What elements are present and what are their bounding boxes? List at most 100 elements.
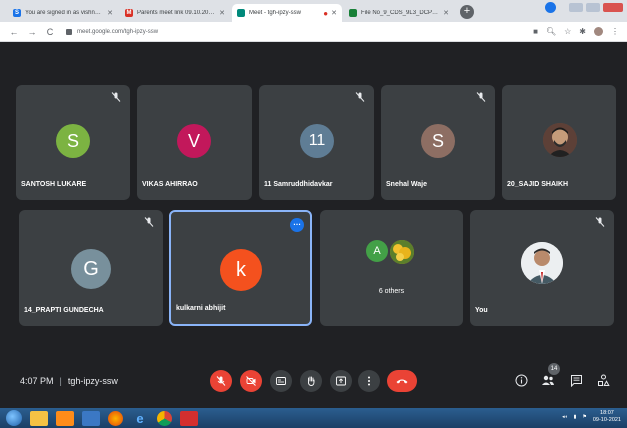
participant-name: kulkarni abhijit [176, 305, 226, 312]
forward-icon[interactable]: → [26, 27, 38, 37]
others-count: 6 others [378, 288, 405, 295]
camera-indicator-icon[interactable]: ■ [533, 27, 538, 36]
mic-off-icon [144, 217, 154, 227]
browser-tab-signed-in[interactable]: S You are signed in as vishnu005 ✕ [8, 4, 118, 22]
participant-tile[interactable]: V VIKAS AHIRRAO [137, 85, 252, 200]
firefox-icon[interactable] [108, 410, 123, 426]
participant-name: 14_PRAPTI GUNDECHA [24, 307, 104, 314]
chat-button[interactable] [567, 371, 585, 389]
address-bar-actions: ■ 🔍︎ ☆ ✱ ⋮ [533, 27, 619, 36]
participant-name: You [475, 307, 488, 314]
camera-off-icon [246, 376, 256, 386]
address-bar: ← → C meet.google.com/tgh-ipzy-ssw ■ 🔍︎ … [0, 22, 627, 42]
present-screen-icon [336, 376, 346, 386]
tab-label: You are signed in as vishnu005 [25, 10, 105, 16]
others-tile[interactable]: A 6 others [320, 210, 463, 326]
maximize-button[interactable] [586, 3, 600, 12]
system-clock[interactable]: 18:07 09-10-2021 [593, 410, 621, 424]
end-call-icon [396, 379, 408, 384]
participant-tile-speaking[interactable]: … k kulkarni abhijit [169, 210, 312, 326]
meeting-details: 4:07 PM | tgh-ipzy-ssw [20, 376, 118, 386]
tab-favicon-icon: S [13, 9, 21, 17]
close-window-button[interactable] [603, 3, 623, 12]
participant-avatar: V [177, 124, 211, 158]
browser-tab-drive-file[interactable]: File No_9_CDS_9L3_DCP_MoM_ ✕ [344, 4, 454, 22]
meeting-details-button[interactable] [512, 371, 530, 389]
chat-icon [570, 374, 582, 387]
close-tab-icon[interactable]: ✕ [219, 9, 225, 17]
tab-label: File No_9_CDS_9L3_DCP_MoM_ [361, 10, 441, 16]
lock-icon [66, 28, 72, 35]
captions-button[interactable] [270, 370, 292, 392]
back-icon[interactable]: ← [8, 27, 20, 37]
new-tab-button[interactable]: + [460, 5, 474, 19]
url-field[interactable]: meet.google.com/tgh-ipzy-ssw [66, 25, 533, 39]
present-button[interactable] [330, 370, 352, 392]
zoom-icon[interactable]: 🔍︎ [546, 27, 556, 36]
start-button[interactable] [6, 410, 22, 426]
activities-icon [597, 374, 610, 386]
participant-name: SANTOSH LUKARE [21, 181, 87, 188]
separator: | [59, 376, 62, 386]
people-button[interactable] [539, 371, 557, 389]
file-explorer-icon[interactable] [30, 410, 48, 426]
minimize-button[interactable] [569, 3, 583, 12]
system-date: 09-10-2021 [592, 417, 621, 423]
app-icon[interactable] [82, 410, 100, 426]
raise-hand-button[interactable] [300, 370, 322, 392]
participant-tile[interactable]: 20_SAJID SHAIKH [502, 85, 616, 200]
close-tab-icon[interactable]: ✕ [443, 9, 449, 17]
tab-label: Meet - tgh-ipzy-ssw [249, 10, 302, 16]
activities-button[interactable] [594, 371, 612, 389]
internet-explorer-icon[interactable]: e [131, 411, 149, 426]
system-time: 18:07 [600, 410, 614, 416]
browser-tab-meet[interactable]: Meet - tgh-ipzy-ssw ● ✕ [232, 4, 342, 22]
mic-off-icon [476, 92, 486, 102]
media-player-icon[interactable] [56, 410, 74, 426]
volume-icon[interactable]: ◂◖ [562, 414, 568, 420]
bookmark-star-icon[interactable]: ☆ [564, 27, 571, 36]
more-options-icon[interactable]: … [290, 218, 304, 232]
browser-tab-parents-meet[interactable]: M Parents meet link 09.10.2021 - 8 ✕ [120, 4, 230, 22]
os-taskbar: e ◂◖ ▮ ⚑ 18:07 09-10-2021 [0, 408, 627, 428]
participant-tile[interactable]: G 14_PRAPTI GUNDECHA [19, 210, 163, 326]
screen: S You are signed in as vishnu005 ✕ M Par… [0, 0, 627, 428]
info-icon [515, 374, 527, 386]
participant-avatar: S [421, 124, 455, 158]
more-vert-icon [368, 376, 370, 386]
mic-off-icon [355, 92, 365, 102]
participant-tile[interactable]: 11 11 Samruddhidavkar [259, 85, 374, 200]
more-options-button[interactable] [358, 370, 380, 392]
profile-icon[interactable] [545, 2, 556, 13]
participant-name: 11 Samruddhidavkar [264, 181, 333, 188]
participant-tile[interactable]: S Snehal Waje [381, 85, 495, 200]
chrome-icon[interactable] [157, 410, 172, 426]
pdf-reader-icon[interactable] [180, 410, 198, 426]
participant-photo [390, 240, 414, 264]
reload-icon[interactable]: C [44, 27, 56, 37]
extensions-icon[interactable]: ✱ [579, 27, 586, 36]
close-tab-icon[interactable]: ✕ [331, 9, 337, 17]
menu-icon[interactable]: ⋮ [611, 27, 619, 36]
tab-label: Parents meet link 09.10.2021 - 8 [137, 10, 217, 16]
flag-icon[interactable]: ⚑ [582, 414, 586, 420]
participant-avatar: S [56, 124, 90, 158]
self-tile[interactable]: You [470, 210, 614, 326]
recording-dot-icon: ● [323, 8, 329, 18]
leave-call-button[interactable] [387, 370, 417, 392]
participant-name: VIKAS AHIRRAO [142, 181, 198, 188]
close-tab-icon[interactable]: ✕ [107, 9, 113, 17]
system-tray: ◂◖ ▮ ⚑ 18:07 09-10-2021 [562, 410, 621, 424]
gmail-icon: M [125, 9, 133, 17]
participant-avatar: 11 [300, 124, 334, 158]
network-icon[interactable]: ▮ [574, 414, 577, 420]
mic-toggle-button[interactable] [210, 370, 232, 392]
camera-toggle-button[interactable] [240, 370, 262, 392]
captions-icon [276, 377, 286, 385]
meeting-code[interactable]: tgh-ipzy-ssw [68, 376, 118, 386]
profile-avatar-icon[interactable] [594, 27, 603, 36]
self-photo [521, 242, 563, 284]
mic-off-icon [595, 217, 605, 227]
participant-tile[interactable]: S SANTOSH LUKARE [16, 85, 130, 200]
meet-favicon-icon [237, 9, 245, 17]
